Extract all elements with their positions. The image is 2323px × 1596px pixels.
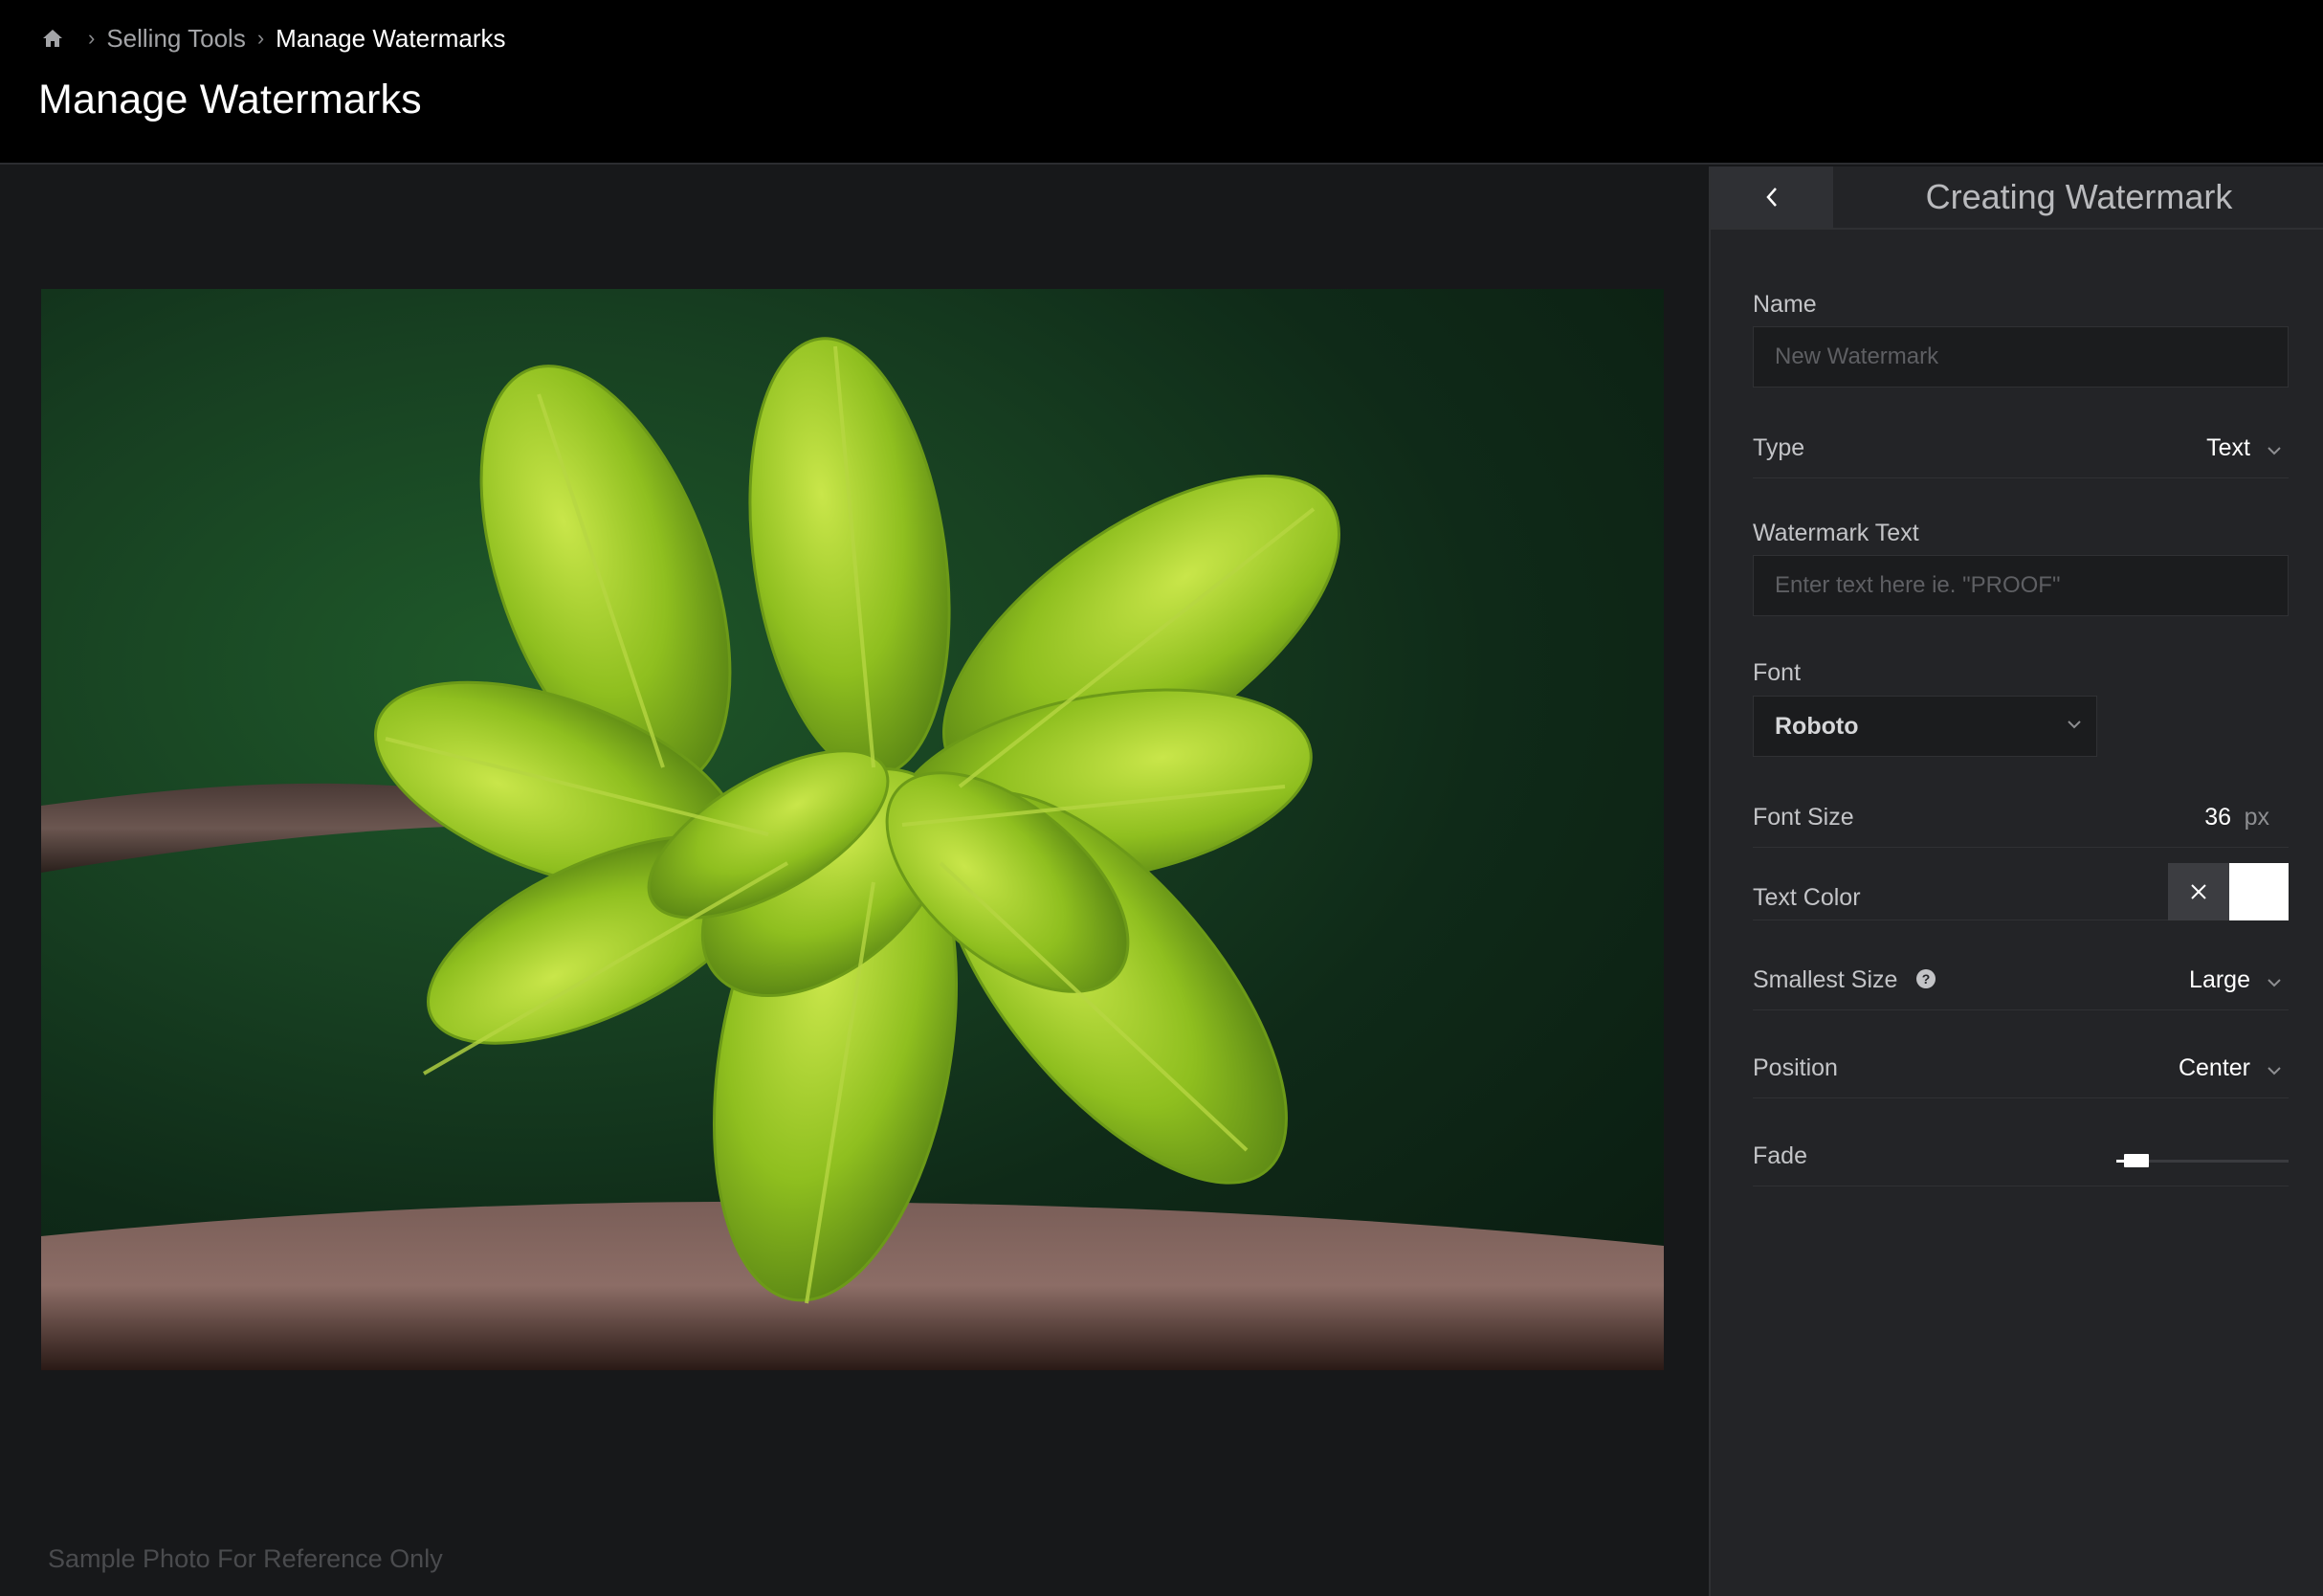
- chevron-right-icon: ›: [256, 26, 265, 50]
- position-value: Center: [2178, 1054, 2250, 1081]
- font-value: Roboto: [1775, 713, 1859, 740]
- fade-row: Fade: [1753, 1133, 2289, 1186]
- chevron-right-icon: ›: [88, 26, 96, 50]
- sample-photo: [41, 289, 1664, 1370]
- watermark-editor-panel: Creating Watermark Name Type Text Waterm…: [1709, 166, 2323, 1596]
- font-size-unit: px: [2244, 804, 2269, 831]
- type-label: Type: [1753, 434, 1805, 461]
- panel-header: Creating Watermark: [1711, 166, 2323, 230]
- breadcrumb: › Selling Tools › Manage Watermarks: [38, 21, 506, 55]
- chevron-down-icon: [2268, 1067, 2281, 1075]
- panel-title: Creating Watermark: [1925, 177, 2233, 216]
- text-color-row: Text Color: [1753, 863, 2289, 920]
- smallest-size-label: Smallest Size: [1753, 966, 1898, 993]
- fade-slider[interactable]: [2116, 1154, 2289, 1167]
- sample-photo-caption: Sample Photo For Reference Only: [48, 1544, 443, 1573]
- breadcrumb-current: Manage Watermarks: [276, 23, 506, 53]
- watermark-text-input[interactable]: [1753, 555, 2289, 616]
- chevron-down-icon: [2268, 979, 2281, 987]
- type-value: Text: [2206, 434, 2250, 461]
- breadcrumb-selling-tools[interactable]: Selling Tools: [106, 24, 246, 54]
- font-size-label: Font Size: [1753, 804, 1854, 831]
- position-label: Position: [1753, 1054, 1838, 1081]
- page-title: Manage Watermarks: [38, 77, 422, 122]
- chevron-left-icon: [1766, 188, 1777, 207]
- font-size-value[interactable]: 36: [2204, 804, 2231, 831]
- back-button[interactable]: [1711, 166, 1833, 228]
- watermark-text-label: Watermark Text: [1753, 520, 1919, 546]
- name-label: Name: [1753, 291, 1817, 318]
- close-icon: [2191, 884, 2206, 899]
- fade-label: Fade: [1753, 1142, 1807, 1169]
- type-select[interactable]: Type Text: [1753, 425, 2289, 478]
- smallest-size-select[interactable]: Smallest Size ? Large: [1753, 957, 2289, 1010]
- svg-text:?: ?: [1922, 971, 1931, 986]
- page-header: › Selling Tools › Manage Watermarks Mana…: [0, 0, 2323, 165]
- help-icon[interactable]: ?: [1915, 968, 1936, 989]
- chevron-down-icon: [2268, 447, 2281, 455]
- text-color-swatch[interactable]: [2229, 863, 2289, 920]
- text-color-label: Text Color: [1753, 884, 1861, 911]
- chevron-down-icon: [2068, 720, 2081, 729]
- position-select[interactable]: Position Center: [1753, 1045, 2289, 1098]
- name-input[interactable]: [1753, 326, 2289, 388]
- font-select[interactable]: Roboto: [1753, 696, 2097, 757]
- font-label: Font: [1753, 659, 1802, 686]
- watermark-preview-area: Sample Photo For Reference Only: [0, 166, 1709, 1596]
- clear-color-button[interactable]: [2168, 863, 2229, 920]
- font-size-row[interactable]: Font Size 36 px: [1753, 794, 2289, 848]
- fade-slider-thumb[interactable]: [2124, 1154, 2149, 1167]
- home-icon[interactable]: [38, 24, 67, 53]
- smallest-size-value: Large: [2189, 966, 2250, 993]
